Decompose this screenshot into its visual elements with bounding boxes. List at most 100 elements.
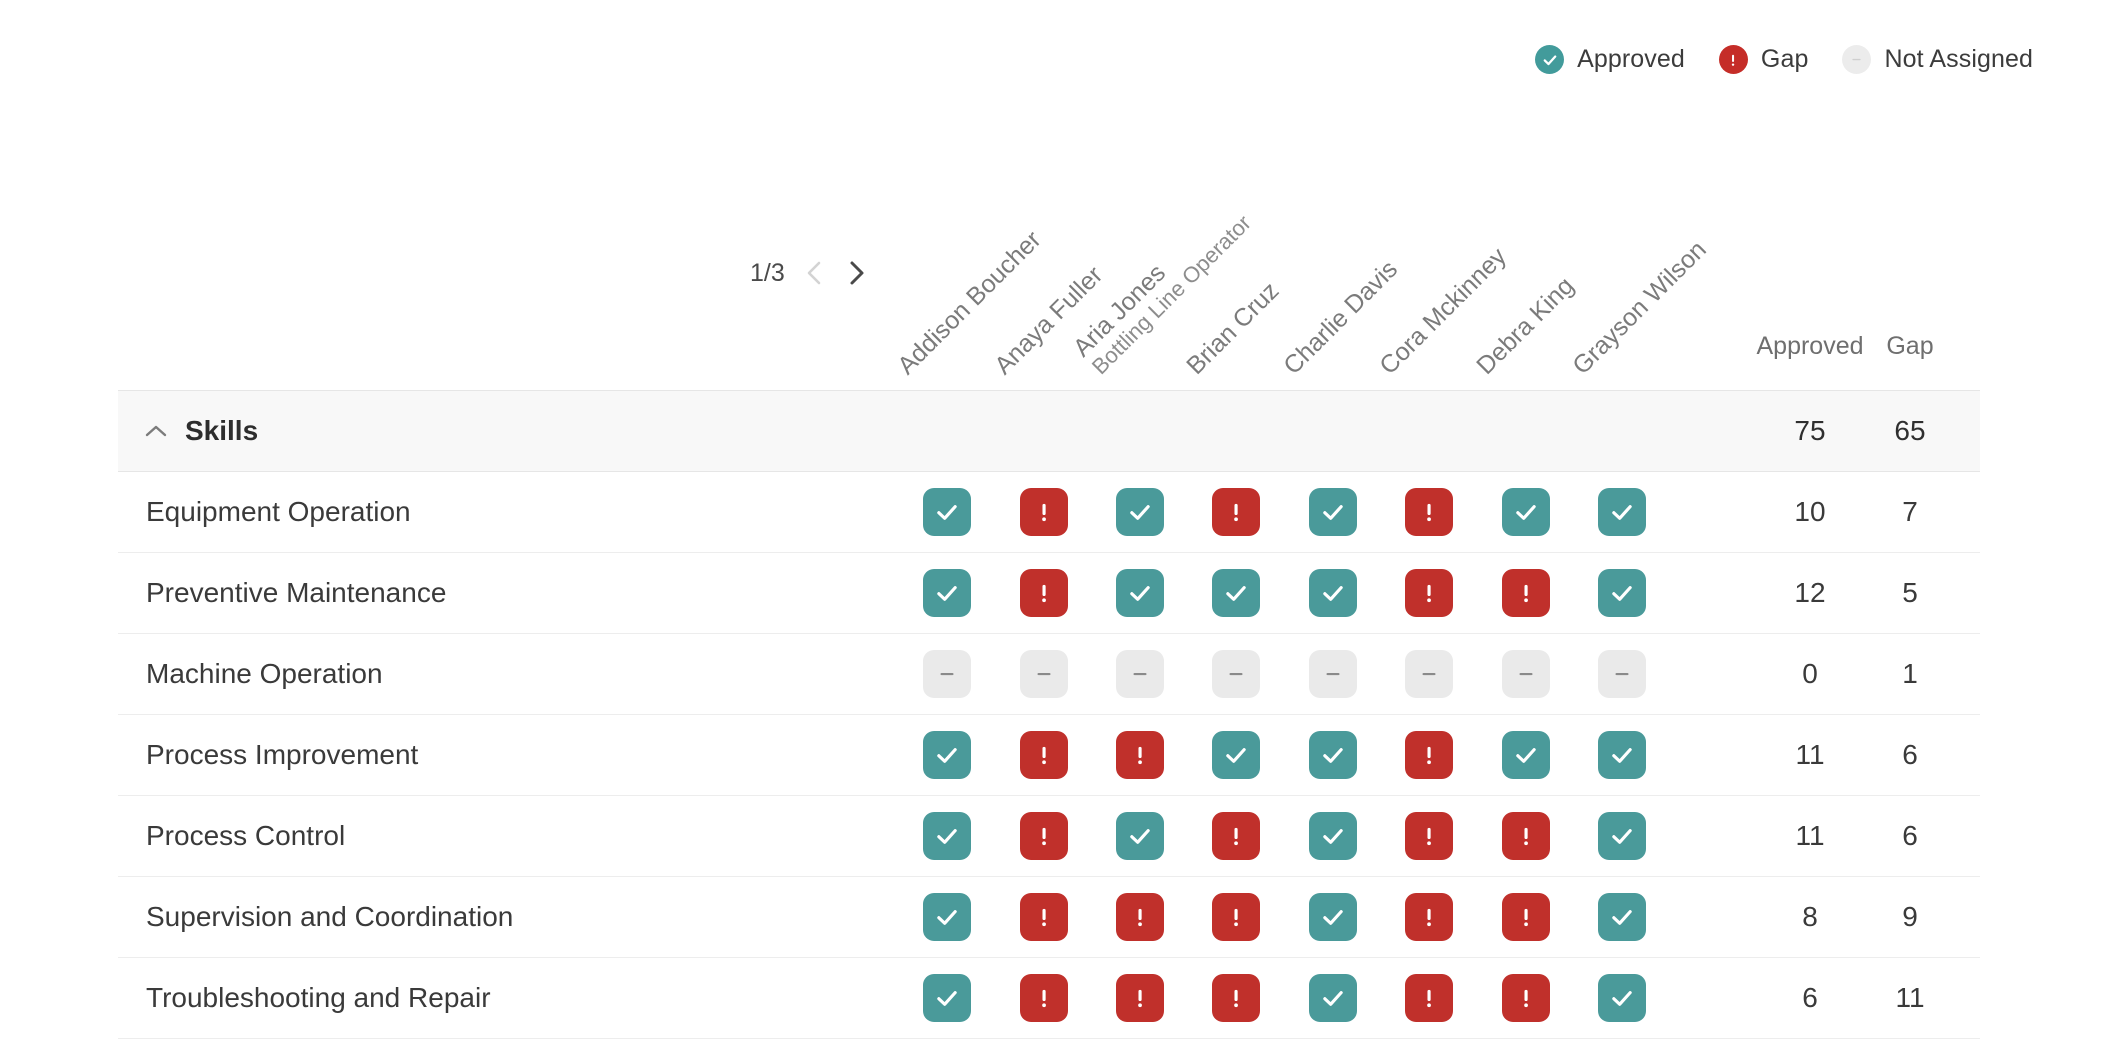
status-cell-notassigned[interactable] [1116,650,1164,698]
chevron-up-icon[interactable] [143,418,169,444]
status-cell-approved[interactable] [923,974,971,1022]
table-row: Equipment Operation 10 7 [118,472,1980,553]
status-cell-approved[interactable] [1309,812,1357,860]
status-cell-approved[interactable] [1116,488,1164,536]
status-cell-gap[interactable] [1405,569,1453,617]
status-cell-approved[interactable] [1598,488,1646,536]
person-header-7[interactable]: Grayson Wilson [1567,235,1712,380]
row-label: Process Improvement [146,739,419,770]
status-cell-gap[interactable] [1116,731,1164,779]
status-cell-approved[interactable] [1502,731,1550,779]
group-gap-total: 65 [1894,415,1926,446]
person-name: Grayson Wilson [1567,235,1712,380]
legend-item-gap[interactable]: Gap [1718,45,1809,74]
status-cell-gap[interactable] [1212,812,1260,860]
status-cell-approved[interactable] [1502,488,1550,536]
row-gap-count: 7 [1902,496,1918,527]
status-cell-approved[interactable] [1598,731,1646,779]
status-cell-gap[interactable] [1405,974,1453,1022]
status-cell-approved[interactable] [923,731,971,779]
row-label: Supervision and Coordination [146,901,514,932]
status-cell-gap[interactable] [1020,569,1068,617]
table-row: Machine Operation 0 1 [118,634,1980,715]
status-cell-gap[interactable] [1212,974,1260,1022]
column-header-gap-label: Gap [1886,332,1934,360]
legend-label: Gap [1760,45,1809,73]
status-cell-approved[interactable] [1212,569,1260,617]
status-cell-gap[interactable] [1212,488,1260,536]
status-cell-approved[interactable] [1116,569,1164,617]
row-label: Troubleshooting and Repair [146,982,491,1013]
status-cell-approved[interactable] [1309,893,1357,941]
status-cell-gap[interactable] [1020,488,1068,536]
table-row: Process Improvement 11 6 [118,715,1980,796]
status-cell-gap[interactable] [1405,488,1453,536]
column-header-gap: Gap [1840,332,1980,361]
exclamation-circle-icon [1718,45,1748,74]
skill-rows: Equipment Operation 10 7 Preventive Mainten… [118,472,1980,1039]
status-cell-notassigned[interactable] [923,650,971,698]
status-cell-gap[interactable] [1405,731,1453,779]
legend-label: Approved [1577,45,1685,73]
legend-item-notassigned[interactable]: Not Assigned [1842,45,2033,74]
status-cell-notassigned[interactable] [1502,650,1550,698]
status-cell-approved[interactable] [1309,731,1357,779]
status-cell-notassigned[interactable] [1405,650,1453,698]
legend-item-approved[interactable]: Approved [1535,45,1685,74]
status-cell-gap[interactable] [1405,812,1453,860]
status-cell-gap[interactable] [1020,893,1068,941]
row-label: Process Control [146,820,346,851]
status-cell-notassigned[interactable] [1598,650,1646,698]
row-gap-count: 11 [1895,982,1925,1013]
person-header-3[interactable]: Brian Cruz [1181,277,1284,380]
row-gap-count: 5 [1902,577,1918,608]
status-cell-approved[interactable] [1116,812,1164,860]
status-cell-gap[interactable] [1020,974,1068,1022]
dash-circle-icon [1842,45,1872,74]
group-title: Skills [185,415,259,446]
status-cell-approved[interactable] [1212,731,1260,779]
row-gap-count: 1 [1902,658,1918,689]
status-cell-approved[interactable] [923,893,971,941]
person-header-6[interactable]: Debra King [1471,272,1579,380]
status-cell-approved[interactable] [923,812,971,860]
status-cell-gap[interactable] [1116,974,1164,1022]
status-cell-approved[interactable] [1598,974,1646,1022]
status-cell-approved[interactable] [923,488,971,536]
check-circle-icon [1535,45,1565,74]
skills-matrix-table: Skills 75 65 Equipment Operation 10 7 Preve… [118,390,1980,1039]
status-cell-gap[interactable] [1502,569,1550,617]
status-legend: Approved Gap Not Assigned [1535,45,2033,74]
row-gap-count: 9 [1902,901,1918,932]
legend-label: Not Assigned [1884,45,2033,73]
table-row: Troubleshooting and Repair 6 11 [118,958,1980,1039]
status-cell-approved[interactable] [1598,893,1646,941]
status-cell-approved[interactable] [1309,569,1357,617]
status-cell-approved[interactable] [1598,812,1646,860]
status-cell-notassigned[interactable] [1212,650,1260,698]
status-cell-notassigned[interactable] [1309,650,1357,698]
table-row: Preventive Maintenance 12 5 [118,553,1980,634]
status-cell-gap[interactable] [1116,893,1164,941]
person-name: Brian Cruz [1181,276,1285,380]
status-cell-gap[interactable] [1020,812,1068,860]
group-row-skills[interactable]: Skills 75 65 [118,390,1980,472]
status-cell-gap[interactable] [1502,893,1550,941]
status-cell-approved[interactable] [923,569,971,617]
row-label: Machine Operation [146,658,383,689]
status-cell-gap[interactable] [1020,731,1068,779]
status-cell-approved[interactable] [1309,488,1357,536]
status-cell-approved[interactable] [1598,569,1646,617]
row-label: Preventive Maintenance [146,577,447,608]
status-cell-approved[interactable] [1309,974,1357,1022]
status-cell-gap[interactable] [1405,893,1453,941]
table-row: Supervision and Coordination 8 9 [118,877,1980,958]
skills-matrix-page: Approved Gap Not Assigned 1/3 Addison Bouc… [0,0,2108,1042]
status-cell-gap[interactable] [1502,812,1550,860]
status-cell-notassigned[interactable] [1020,650,1068,698]
row-gap-count: 6 [1902,820,1918,851]
row-gap-count: 6 [1902,739,1918,770]
status-cell-gap[interactable] [1212,893,1260,941]
status-cell-gap[interactable] [1502,974,1550,1022]
table-row: Process Control 11 6 [118,796,1980,877]
